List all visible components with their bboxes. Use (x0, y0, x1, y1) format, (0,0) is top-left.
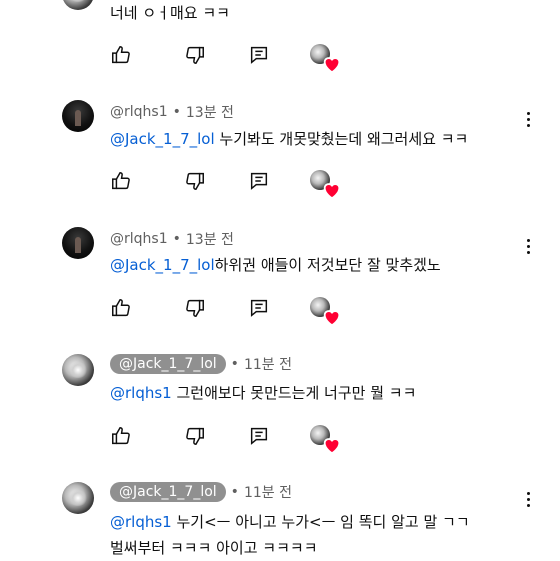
avatar[interactable] (62, 0, 94, 10)
thumbs-up-icon (112, 427, 130, 445)
creator-heart-icon (323, 310, 341, 327)
timestamp[interactable]: 13분 전 (186, 229, 234, 249)
reply-button[interactable] (248, 44, 270, 66)
like-button[interactable] (110, 297, 132, 319)
thumbs-up-icon (112, 299, 130, 317)
comment-meta: @Jack_1_7_lol • 11분 전 (110, 482, 292, 502)
like-button[interactable] (110, 425, 132, 447)
reply-icon (250, 172, 268, 190)
avatar[interactable] (62, 354, 94, 386)
thumbs-down-icon (186, 46, 204, 64)
dislike-button[interactable] (184, 44, 206, 66)
creator-heart-icon (323, 183, 341, 200)
reply-icon (250, 46, 268, 64)
thumbs-down-icon (186, 427, 204, 445)
thumbs-down-icon (186, 299, 204, 317)
author-name[interactable]: @rlqhs1 (110, 104, 168, 120)
mention-link[interactable]: @rlqhs1 (110, 513, 172, 531)
creator-heart (310, 44, 341, 74)
creator-author-chip[interactable]: @Jack_1_7_lol (110, 482, 226, 502)
reply-button[interactable] (248, 297, 270, 319)
meta-separator: • (230, 484, 239, 500)
thumbs-up-icon (112, 46, 130, 64)
comment-meta: @rlqhs1 • 13분 전 (110, 102, 234, 122)
dislike-button[interactable] (184, 425, 206, 447)
meta-separator: • (172, 231, 181, 247)
comment-text: 너네 ㅇㅓ매요 ㅋㅋ (110, 4, 230, 22)
reply-icon (250, 427, 268, 445)
dislike-button[interactable] (184, 297, 206, 319)
creator-heart (310, 425, 341, 455)
dislike-button[interactable] (184, 170, 206, 192)
more-vert-icon[interactable] (525, 492, 531, 507)
comment-meta: @Jack_1_7_lol • 11분 전 (110, 354, 292, 374)
mention-link[interactable]: @Jack_1_7_lol (110, 256, 215, 274)
creator-heart-icon (323, 438, 341, 455)
thumbs-down-icon (186, 172, 204, 190)
avatar[interactable] (62, 100, 94, 132)
creator-heart-icon (323, 57, 341, 74)
thumbs-up-icon (112, 172, 130, 190)
comment-body: 누기봐도 개못맞췄는데 왜그러세요 ㅋㅋ (214, 130, 469, 148)
comment-meta: @rlqhs1 • 13분 전 (110, 229, 234, 249)
creator-heart (310, 297, 341, 327)
like-button[interactable] (110, 170, 132, 192)
avatar[interactable] (62, 227, 94, 259)
mention-link[interactable]: @Jack_1_7_lol (110, 130, 215, 148)
author-name[interactable]: @rlqhs1 (110, 231, 168, 247)
comment-text-line2: 벌써부터 ㅋㅋㅋ 아이고 ㅋㅋㅋㅋ (110, 539, 318, 557)
comment-body: 하위권 애들이 저것보단 잘 맞추겠노 (214, 256, 441, 274)
timestamp[interactable]: 13분 전 (186, 102, 234, 122)
creator-author-chip[interactable]: @Jack_1_7_lol (110, 354, 226, 374)
comment-text: @rlqhs1 누기<ㅡ 아니고 누가<ㅡ 임 똑디 알고 말 ㄱㄱ (110, 509, 470, 535)
like-button[interactable] (110, 44, 132, 66)
comment-body: 그런애보다 못만드는게 너구만 뭘 ㅋㅋ (171, 384, 417, 402)
more-vert-icon[interactable] (525, 112, 531, 127)
mention-link[interactable]: @rlqhs1 (110, 384, 172, 402)
comment-text: @Jack_1_7_lol하위권 애들이 저것보단 잘 맞추겠노 (110, 252, 441, 278)
meta-separator: • (172, 104, 181, 120)
timestamp[interactable]: 11분 전 (244, 354, 292, 374)
reply-icon (250, 299, 268, 317)
meta-separator: • (230, 356, 239, 372)
reply-button[interactable] (248, 170, 270, 192)
avatar[interactable] (62, 482, 94, 514)
comment-text: @Jack_1_7_lol 누기봐도 개못맞췄는데 왜그러세요 ㅋㅋ (110, 126, 468, 152)
creator-heart (310, 170, 341, 200)
timestamp[interactable]: 11분 전 (244, 482, 292, 502)
comment-text: @rlqhs1 그런애보다 못만드는게 너구만 뭘 ㅋㅋ (110, 380, 416, 406)
comment-body: 누기<ㅡ 아니고 누가<ㅡ 임 똑디 알고 말 ㄱㄱ (171, 513, 470, 531)
reply-button[interactable] (248, 425, 270, 447)
more-vert-icon[interactable] (525, 239, 531, 254)
